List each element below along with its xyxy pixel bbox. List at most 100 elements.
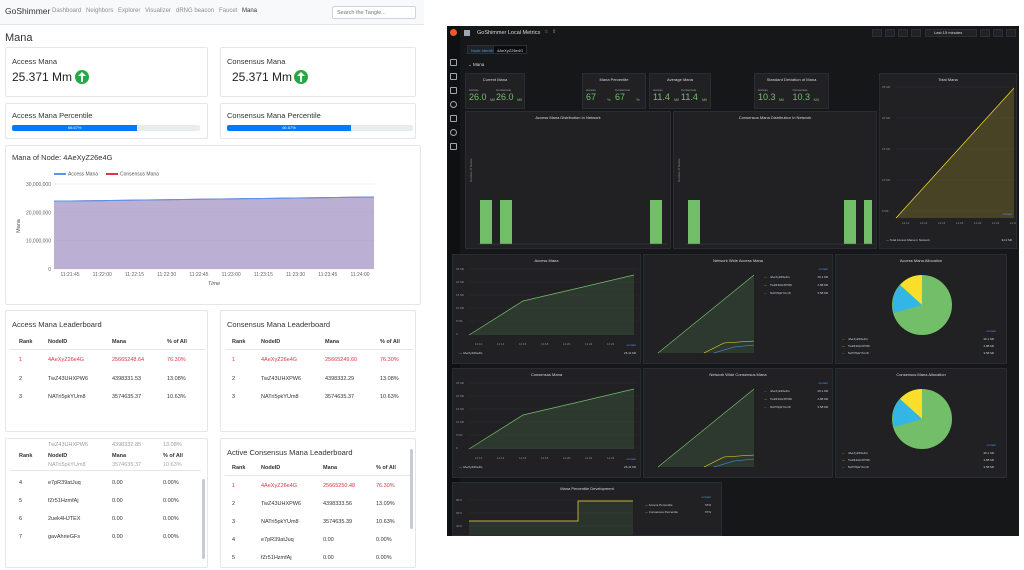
percentile-development-panel[interactable]: Mana Percentile Development 80% 60% 40% curr… [452,482,722,536]
legend-item[interactable]: — [842,351,845,355]
histogram: Number of Nodes [677,158,874,245]
legend-header: current [626,343,636,347]
nav-drng-beacon[interactable]: dRNG beacon [176,8,214,14]
bell-icon[interactable] [450,115,457,122]
panel-title: Consensus Mana [530,372,563,377]
panel-title: Current Mana [482,77,508,82]
table-row[interactable]: 3 NATri5pkYUm8 3574635.37 10.63% [221,394,417,413]
refresh-interval-button[interactable] [1006,29,1016,37]
legend-item[interactable]: — [764,389,767,393]
legend-item[interactable]: — [842,465,845,469]
mana-percentile-panel[interactable]: Mana Percentile Access 67% Consensus 67% [582,73,646,109]
table-row[interactable]: 3 NATri5pkYUm8 3574635.39 10.63% [221,519,415,537]
search-input[interactable] [332,6,416,19]
consensus-mana-card: Consensus Mana 25.371 Mm [220,47,416,97]
tv-mode-button[interactable] [911,29,921,37]
legend-item[interactable]: — [842,451,845,455]
table-row[interactable]: 1 4AeXyZ26e4G 25665248.64 76.30% [6,357,209,376]
y-tick-label: 40% [456,524,462,528]
access-mana-panel[interactable]: Access Mana 25 Mil 20 Mil 15 Mil 10 Mil 5 Mil… [452,254,641,364]
table-row[interactable]: 4 e7pR39atJuq 0.00 0.00% [221,537,415,555]
active-consensus-leaderboard-card[interactable]: Active Consensus Mana Leaderboard Rank No… [220,438,416,568]
brand-logo[interactable]: GoShimmer [5,6,50,16]
share-icon[interactable]: ⇪ [552,29,556,35]
table-row[interactable]: 5 fZr51HzmfAj 0.00 0.00% [221,555,415,567]
table-row[interactable]: 4 e7pR39atJuq 0.00 0.00% [6,480,207,498]
explore-icon[interactable] [450,101,457,108]
panel-title: Access Mana [534,258,559,263]
divider [225,349,413,350]
table-row[interactable]: 2 TwZ43UHXPW6 4398332.29 13.08% [221,376,417,395]
shield-icon[interactable] [450,143,457,150]
table-cell: 0.00% [163,480,179,486]
dashboard-title[interactable]: GoShimmer Local Metrics [477,30,540,36]
x-tick-label: 11:20 [563,456,571,460]
grafana-logo-icon[interactable] [450,29,457,36]
table-row[interactable]: 6 2uek4HJTEX 0.00 0.00% [6,516,207,534]
legend-label[interactable]: — Access Percentile [645,503,673,507]
row-title[interactable]: ⌄ Mana [468,62,484,68]
total-mana-panel[interactable]: Total Mana 25 Mil 20 Mil 15 Mil 10 Mil 5 Mil 1… [879,73,1017,249]
legend-item[interactable]: — [764,397,767,401]
nav-neighbors[interactable]: Neighbors [86,8,113,14]
legend-item[interactable]: — [764,275,767,279]
access-allocation-panel[interactable]: Access Mana Allocation current — 4AeXyZ26e… [835,254,1007,364]
plus-icon[interactable] [450,73,457,80]
consensus-allocation-panel[interactable]: Consensus Mana Allocation current — 4AeXyZ… [835,368,1007,478]
scrollbar[interactable] [410,449,413,529]
dashboards-icon[interactable] [450,87,457,94]
zoom-out-button[interactable] [980,29,990,37]
legend-label[interactable]: — Consensus Percentile [645,510,678,514]
table-cell: 10.63% [163,462,182,468]
legend-item[interactable]: — [842,337,845,341]
apps-icon[interactable] [464,30,470,36]
legend-item[interactable]: — [764,291,767,295]
legend-item[interactable]: — [842,344,845,348]
x-tick-label: 11:22 [585,456,593,460]
consensus-mana-panel[interactable]: Consensus Mana 25 Mil 20 Mil 15 Mil 10 Mil 5 … [452,368,641,478]
settings-button[interactable] [898,29,908,37]
nav-visualizer[interactable]: Visualizer [145,8,171,14]
gear-icon[interactable] [450,129,457,136]
series-area [469,501,633,535]
table-row[interactable]: 1 4AeXyZ26e4G 25665250.48 76.30% [221,483,415,501]
consensus-distribution-panel[interactable]: Consensus Mana Distribution In Network Nu… [673,111,877,249]
table-row[interactable]: 3 NATri5pkYUm8 3574635.37 10.63% [6,394,209,413]
table-row[interactable]: 2 TwZ43UHXPW6 4398333.56 13.09% [221,501,415,519]
nav-explorer[interactable]: Explorer [118,8,140,14]
stddev-mana-panel[interactable]: Standard Deviation of Mana Access 10.3 Mil C… [754,73,829,109]
table-row[interactable]: 1 4AeXyZ26e4G 25665249.60 76.30% [221,357,417,376]
network-access-panel[interactable]: Network Wide Access Mana current — 4AeXyZ2… [643,254,833,364]
save-button[interactable] [885,29,895,37]
search-icon[interactable] [450,59,457,66]
time-picker[interactable]: Last 15 minutes [925,29,977,37]
table-row[interactable]: 2 TwZ43UHXPW6 4398331.53 13.08% [6,376,209,395]
variable-select[interactable]: 4AeXyZ26e4G [493,45,528,54]
active-access-leaderboard-card[interactable]: TwZ43UHXPW6 4398332.85 13.08% Rank NodeID Man… [5,438,208,568]
legend-label: Access Mana [68,172,98,178]
nav-dashboard[interactable]: Dashboard [52,8,81,14]
legend-item[interactable]: — [764,283,767,287]
consensus-mana-value: 25.371 Mm [232,70,293,84]
star-icon[interactable]: ☆ [544,29,548,35]
add-panel-button[interactable] [872,29,882,37]
legend-header: current [818,267,828,271]
legend-header: current [626,457,636,461]
table-cell: 1 [19,357,23,363]
legend-item[interactable]: — [764,405,767,409]
scrollbar[interactable] [202,479,205,559]
network-consensus-panel[interactable]: Network Wide Consensus Mana current — 4AeX… [643,368,833,478]
nav-faucet[interactable]: Faucet [219,8,237,14]
average-mana-panel[interactable]: Average Mana Access 11.4 Mil Consensus 11.4 Mi… [649,73,711,109]
table-row[interactable]: 5 fZr51HzmfAj 0.00 0.00% [6,498,207,516]
legend-item[interactable]: — [842,458,845,462]
access-distribution-panel[interactable]: Access Mana Distribution In Network Numbe… [465,111,671,249]
table-cell: NATri5pkYUm8 [261,519,299,525]
refresh-button[interactable] [993,29,1003,37]
table-cell: 0.00% [376,555,392,561]
nav-mana[interactable]: Mana [242,8,257,14]
table-row[interactable]: 7 gavAhrieGFs 0.00 0.00% [6,534,207,552]
current-mana-panel[interactable]: Current Mana Access 26.0 Mil Consensus 26.0 Mi… [465,73,525,109]
table-cell: 4 [232,537,236,543]
table-cell: 1 [232,483,236,489]
